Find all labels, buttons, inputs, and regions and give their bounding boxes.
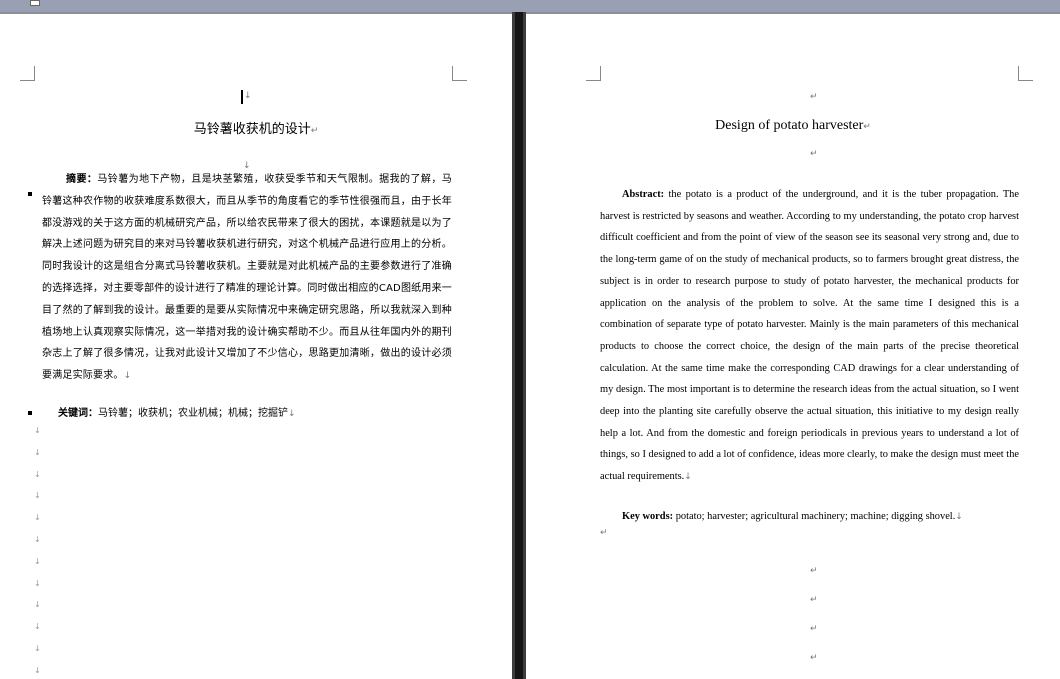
empty-paragraph-mark: ↓ — [34, 534, 41, 544]
empty-paragraph-mark: ↓ — [34, 447, 41, 457]
empty-return-marks: ↵ ↵ ↵ ↵ ↵ — [810, 566, 818, 679]
page-title-chinese: 马铃薯收获机的设计↵ — [0, 118, 512, 137]
ruler-bar — [0, 0, 1060, 12]
abstract-text: 马铃薯为地下产物，且是块茎繁殖，收获受季节和天气限制。据我的了解，马铃薯这种农作… — [42, 174, 452, 382]
paragraph-bullet — [28, 192, 32, 196]
keywords-line-english[interactable]: Key words: potato; harvester; agricultur… — [622, 511, 963, 522]
page-divider — [512, 12, 526, 679]
return-mark: ↵ — [863, 122, 871, 132]
title-text: Design of potato harvester — [715, 118, 864, 133]
return-mark: ↓ — [123, 371, 132, 382]
margin-corner-top-left — [586, 66, 601, 81]
keywords-text: 马铃薯；收获机；农业机械；机械；挖掘铲 — [98, 408, 288, 419]
keywords-line-chinese[interactable]: 关键词：马铃薯；收获机；农业机械；机械；挖掘铲↓ — [58, 404, 296, 419]
empty-paragraph-mark: ↓ — [34, 469, 41, 479]
page-title-english: Design of potato harvester↵ — [526, 118, 1060, 134]
abstract-paragraph-chinese[interactable]: 摘要：马铃薯为地下产物，且是块茎繁殖，收获受季节和天气限制。据我的了解，马铃薯这… — [42, 169, 452, 388]
return-mark: ↓ — [955, 512, 963, 522]
return-mark: ↵ — [810, 149, 818, 159]
title-text: 马铃薯收获机的设计 — [193, 122, 311, 137]
empty-return-mark: ↵ — [810, 624, 818, 634]
return-mark: ↵ — [810, 92, 818, 102]
abstract-label: 摘要： — [66, 174, 98, 185]
return-mark: ↓ — [288, 409, 296, 419]
empty-paragraph-mark: ↓ — [34, 513, 41, 523]
abstract-paragraph-english[interactable]: Abstract: the potato is a product of the… — [600, 184, 1019, 489]
empty-paragraph-mark: ↓ — [34, 600, 41, 610]
empty-paragraph-mark: ↓ — [34, 491, 41, 501]
margin-corner-top-left — [20, 66, 35, 81]
keywords-label: Key words: — [622, 511, 674, 522]
return-mark: ↵ — [310, 126, 319, 136]
text-cursor — [241, 90, 243, 104]
return-mark: ↵ — [600, 528, 608, 538]
empty-paragraph-mark: ↓ — [34, 578, 41, 588]
keywords-text: potato; harvester; agricultural machiner… — [675, 511, 956, 522]
margin-corner-top-right — [1018, 66, 1033, 81]
empty-paragraph-marks: ↓ ↓ ↓ ↓ ↓ ↓ ↓ ↓ ↓ ↓ ↓ ↓ — [34, 426, 41, 679]
abstract-text: the potato is a product of the undergrou… — [600, 189, 1019, 483]
return-mark: ↓ — [684, 472, 692, 483]
abstract-label: Abstract: — [622, 189, 665, 200]
empty-paragraph-mark: ↓ — [34, 622, 41, 632]
paragraph-bullet — [28, 411, 32, 415]
empty-return-mark: ↵ — [810, 566, 818, 576]
empty-paragraph-mark: ↓ — [34, 643, 41, 653]
document-page-left[interactable]: ↓ 马铃薯收获机的设计↵ ↓ 摘要：马铃薯为地下产物，且是块茎繁殖，收获受季节和… — [0, 14, 512, 679]
empty-paragraph-mark: ↓ — [34, 426, 41, 435]
return-mark: ↓ — [244, 91, 252, 101]
document-page-right[interactable]: ↵ Design of potato harvester↵ ↵ Abstract… — [526, 14, 1060, 679]
keywords-label: 关键词： — [58, 408, 98, 419]
empty-paragraph-mark: ↓ — [34, 556, 41, 566]
empty-paragraph-mark: ↓ — [34, 665, 41, 675]
ruler-tab-marker[interactable] — [30, 0, 40, 6]
margin-corner-top-right — [452, 66, 467, 81]
empty-return-mark: ↵ — [810, 653, 818, 663]
empty-return-mark: ↵ — [810, 595, 818, 605]
